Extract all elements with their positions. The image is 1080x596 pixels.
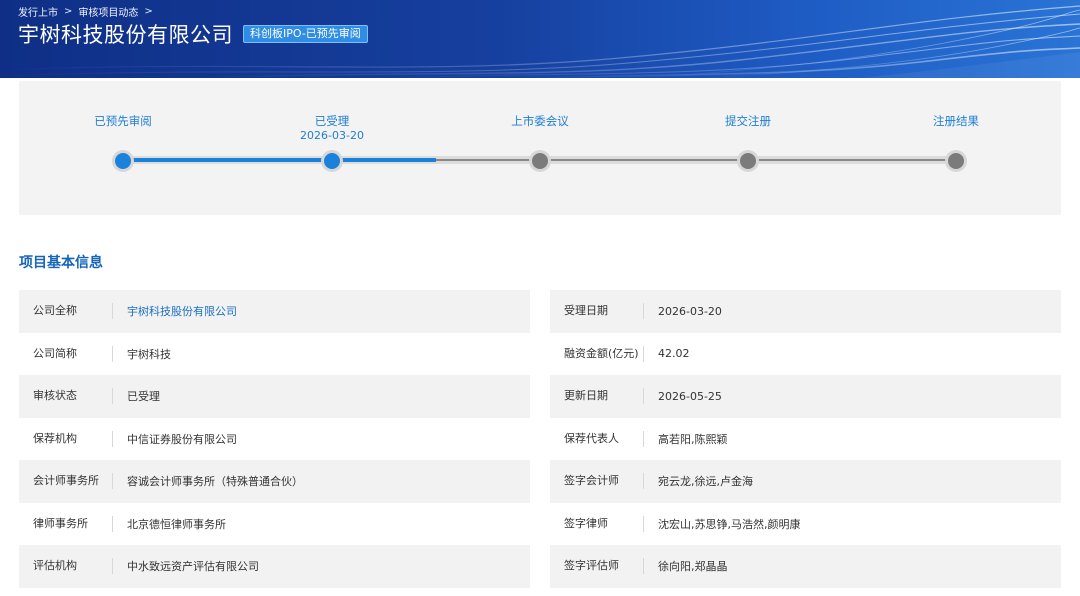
info-row-company-full-name: 公司全称 宇树科技股份有限公司 — [19, 290, 530, 333]
info-column-left: 公司全称 宇树科技股份有限公司 公司简称 宇树科技 审核状态 已受理 保荐机构 … — [19, 290, 530, 588]
step-label-accepted: 已受理 2026-03-20 — [262, 114, 402, 143]
info-key: 融资金额(亿元) — [550, 345, 644, 362]
info-key: 评估机构 — [19, 558, 113, 575]
title-row: 宇树科技股份有限公司 科创板IPO-已预先审阅 — [18, 19, 368, 49]
info-row-financing-amount: 融资金额(亿元) 42.02 — [550, 333, 1061, 376]
step-node-registration-result — [945, 150, 967, 172]
info-row-company-short-name: 公司简称 宇树科技 — [19, 333, 530, 376]
info-value: 已受理 — [127, 390, 160, 404]
info-value: 北京德恒律师事务所 — [127, 517, 226, 531]
step-name: 注册结果 — [933, 114, 979, 128]
info-key: 公司简称 — [19, 345, 113, 362]
info-key: 公司全称 — [19, 303, 113, 320]
info-value: 徐向阳,郑晶晶 — [658, 560, 728, 574]
info-key: 保荐代表人 — [550, 430, 644, 447]
info-value: 沈宏山,苏思铮,马浩然,颜明康 — [658, 517, 801, 531]
step-date: 2026-03-20 — [300, 129, 364, 142]
step-node-pre-review — [112, 150, 134, 172]
info-row-signing-appraisers: 签字评估师 徐向阳,郑晶晶 — [550, 545, 1061, 588]
info-key: 更新日期 — [550, 388, 644, 405]
info-value: 中水致远资产评估有限公司 — [127, 560, 259, 574]
info-value: 高若阳,陈熙颖 — [658, 432, 728, 446]
info-row-accounting-firm: 会计师事务所 容诚会计师事务所（特殊普通合伙） — [19, 460, 530, 503]
info-row-sponsor: 保荐机构 中信证券股份有限公司 — [19, 418, 530, 461]
step-label-listing-committee: 上市委会议 — [470, 115, 610, 128]
chevron-right-icon: > — [144, 6, 153, 17]
progress-fill — [123, 158, 436, 162]
info-row-review-status: 审核状态 已受理 — [19, 375, 530, 418]
info-row-appraisal-firm: 评估机构 中水致远资产评估有限公司 — [19, 545, 530, 588]
header-banner: 发行上市 > 审核项目动态 > 宇树科技股份有限公司 科创板IPO-已预先审阅 — [0, 0, 1080, 78]
step-node-accepted — [321, 150, 343, 172]
breadcrumb-item-review-news[interactable]: 审核项目动态 — [78, 4, 138, 19]
info-row-acceptance-date: 受理日期 2026-03-20 — [550, 290, 1061, 333]
step-name: 提交注册 — [725, 114, 771, 128]
step-name: 上市委会议 — [511, 114, 569, 128]
info-key: 律师事务所 — [19, 515, 113, 532]
info-value: 2026-03-20 — [658, 304, 722, 318]
breadcrumb: 发行上市 > 审核项目动态 > — [18, 4, 159, 19]
chevron-right-icon: > — [64, 6, 73, 17]
info-value: 2026-05-25 — [658, 389, 722, 403]
info-value: 42.02 — [658, 347, 690, 361]
step-node-listing-committee — [529, 150, 551, 172]
step-node-submit-registration — [737, 150, 759, 172]
info-key: 签字律师 — [550, 515, 644, 532]
info-key: 审核状态 — [19, 388, 113, 405]
info-row-law-firm: 律师事务所 北京德恒律师事务所 — [19, 503, 530, 546]
info-row-signing-accountants: 签字会计师 宛云龙,徐远,卢金海 — [550, 460, 1061, 503]
info-key: 保荐机构 — [19, 430, 113, 447]
info-column-right: 受理日期 2026-03-20 融资金额(亿元) 42.02 更新日期 2026… — [550, 290, 1061, 588]
section-title: 项目基本信息 — [19, 255, 103, 271]
step-label-pre-review: 已预先审阅 — [53, 115, 193, 128]
step-label-submit-registration: 提交注册 — [678, 115, 818, 128]
company-full-name-link[interactable]: 宇树科技股份有限公司 — [113, 303, 237, 319]
info-row-update-date: 更新日期 2026-05-25 — [550, 375, 1061, 418]
info-key: 会计师事务所 — [19, 473, 113, 490]
review-progress-panel: 已预先审阅 已受理 2026-03-20 上市委会议 提交注册 注册结果 — [19, 81, 1061, 215]
step-name: 已预先审阅 — [94, 114, 152, 128]
info-row-sponsor-representatives: 保荐代表人 高若阳,陈熙颖 — [550, 418, 1061, 461]
info-key: 受理日期 — [550, 303, 644, 320]
info-value: 容诚会计师事务所（特殊普通合伙） — [127, 475, 303, 489]
info-value: 中信证券股份有限公司 — [127, 432, 237, 446]
page-title: 宇树科技股份有限公司 — [18, 23, 233, 47]
step-label-registration-result: 注册结果 — [886, 115, 1026, 128]
progress-remaining — [436, 159, 957, 161]
breadcrumb-item-listing[interactable]: 发行上市 — [18, 4, 58, 19]
info-key: 签字评估师 — [550, 558, 644, 575]
info-key: 签字会计师 — [550, 473, 644, 490]
status-badge: 科创板IPO-已预先审阅 — [243, 25, 368, 43]
info-value: 宇树科技 — [127, 347, 171, 361]
info-value: 宛云龙,徐远,卢金海 — [658, 475, 753, 489]
step-name: 已受理 — [314, 114, 350, 128]
info-row-signing-lawyers: 签字律师 沈宏山,苏思铮,马浩然,颜明康 — [550, 503, 1061, 546]
